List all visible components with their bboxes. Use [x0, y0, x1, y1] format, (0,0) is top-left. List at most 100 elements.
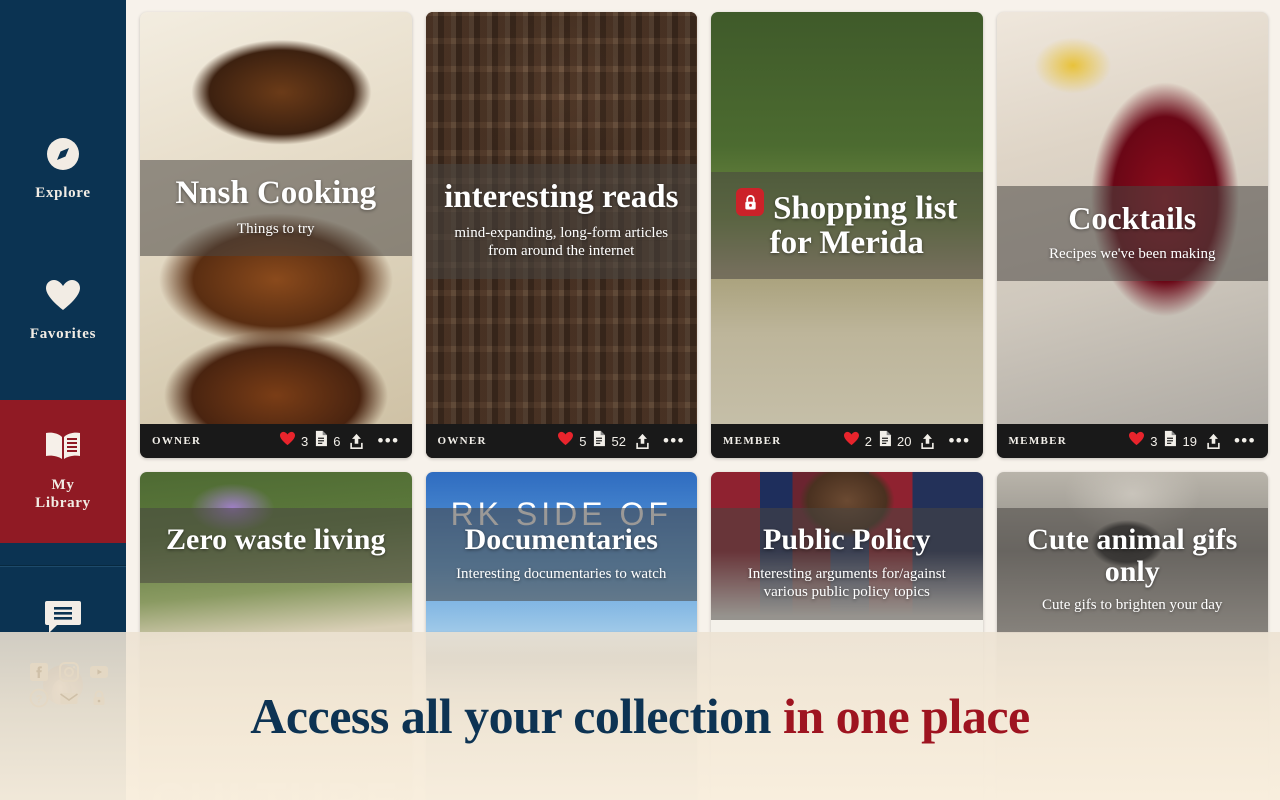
documents-metric[interactable]: 6	[314, 430, 340, 452]
image-caption-text: CULTURE	[151, 772, 400, 800]
card-title: interesting reads	[444, 179, 679, 215]
documents-metric[interactable]: 19	[1163, 430, 1197, 452]
likes-metric[interactable]: 5	[557, 431, 586, 451]
card-title: Cute animal gifs only	[1027, 523, 1238, 588]
open-book-icon	[43, 426, 83, 466]
card-subtitle: Things to try	[237, 220, 315, 237]
svg-text:?: ?	[36, 694, 43, 706]
collection-card[interactable]: Cute animal gifs only Cute gifs to brigh…	[996, 472, 1268, 800]
card-metrics: 2 20 •••	[843, 430, 971, 452]
mail-icon[interactable]	[56, 688, 82, 708]
card-subtitle: Interesting arguments for/against variou…	[747, 565, 946, 601]
document-icon	[1163, 430, 1177, 452]
card-role-badge: OWNER	[437, 435, 487, 447]
likes-count: 5	[579, 433, 587, 449]
card-title: Public Policy	[763, 523, 931, 556]
sidebar-nav: Explore Favorites My Library	[0, 0, 126, 705]
card-subtitle: Cute gifs to brighten your day	[1042, 597, 1223, 613]
heart-icon	[279, 431, 296, 451]
collection-card[interactable]: Zero waste living CULTURE	[140, 472, 412, 800]
card-title-text: Shopping list for Merida	[769, 190, 958, 262]
collection-grid-row-2: Zero waste living CULTURE RK SIDE OF Doc…	[140, 472, 1268, 800]
card-subtitle: mind-expanding, long-form articles from …	[454, 224, 669, 260]
chat-bubble-icon[interactable]	[43, 597, 83, 637]
sidebar-item-favorites[interactable]: Favorites	[0, 259, 126, 364]
lock-icon[interactable]	[86, 688, 112, 708]
card-title-banner: interesting reads mind-expanding, long-f…	[425, 164, 697, 280]
share-icon[interactable]	[346, 433, 367, 450]
collection-card[interactable]: Cocktails Recipes we've been making MEMB…	[996, 12, 1268, 458]
sidebar-item-label-explore: Explore	[35, 185, 91, 201]
card-subtitle: Recipes we've been making	[1049, 245, 1216, 262]
card-role-badge: MEMBER	[723, 435, 782, 447]
compass-icon	[46, 134, 80, 174]
card-title: Shopping list for Merida	[725, 188, 969, 261]
more-options-icon[interactable]: •••	[659, 432, 685, 449]
sidebar-item-label-my-library-line2: Library	[35, 495, 91, 512]
documents-count: 19	[1182, 433, 1197, 449]
likes-metric[interactable]: 2	[843, 431, 872, 451]
youtube-icon[interactable]	[86, 662, 112, 682]
share-icon[interactable]	[1203, 433, 1224, 450]
sidebar-item-explore[interactable]: Explore	[0, 118, 126, 223]
card-footer: MEMBER 3 19 •••	[996, 424, 1268, 458]
heart-icon	[1128, 431, 1145, 451]
card-metrics: 3 6 •••	[279, 430, 400, 452]
documents-count: 20	[896, 433, 912, 449]
share-icon[interactable]	[632, 433, 653, 450]
card-title: Documentaries	[464, 523, 658, 556]
more-options-icon[interactable]: •••	[1230, 432, 1256, 449]
collection-card[interactable]: Nnsh Cooking Things to try OWNER 3 6 •••	[140, 12, 412, 458]
likes-count: 3	[300, 433, 309, 449]
document-icon	[878, 430, 892, 452]
card-image-overlay-caption: CULTURE	[140, 472, 412, 800]
social-links: ?	[26, 662, 112, 708]
document-icon	[592, 430, 606, 452]
documents-metric[interactable]: 20	[878, 430, 911, 452]
collections-grid-area: Nnsh Cooking Things to try OWNER 3 6 •••…	[126, 0, 1280, 800]
card-title-banner: Cocktails Recipes we've been making	[996, 186, 1268, 282]
heart-icon	[44, 275, 82, 315]
app-root: Explore Favorites My Library Nnsh Cookin…	[0, 0, 1280, 800]
card-title-banner: Cute animal gifs only Cute gifs to brigh…	[996, 508, 1268, 633]
lock-icon	[736, 188, 765, 216]
more-options-icon[interactable]: •••	[944, 432, 970, 449]
sidebar-item-label-favorites: Favorites	[29, 325, 97, 342]
nav-spacer-2	[0, 364, 126, 400]
collection-card[interactable]: Public Policy Interesting arguments for/…	[711, 472, 983, 800]
share-icon[interactable]	[917, 433, 938, 450]
card-title-banner: Public Policy Interesting arguments for/…	[711, 508, 983, 620]
collection-card[interactable]: Shopping list for Merida MEMBER 2 20 •••	[711, 12, 983, 458]
card-footer: OWNER 5 52 •••	[425, 424, 697, 458]
collection-grid-row-1: Nnsh Cooking Things to try OWNER 3 6 •••…	[140, 12, 1268, 458]
card-title: Nnsh Cooking	[175, 175, 377, 211]
card-title-banner: Shopping list for Merida	[711, 172, 983, 279]
document-icon	[314, 430, 328, 452]
card-title-banner: Documentaries Interesting documentaries …	[425, 508, 697, 602]
sidebar-item-my-library[interactable]: My Library	[0, 399, 126, 543]
collection-card[interactable]: interesting reads mind-expanding, long-f…	[425, 12, 697, 458]
card-metrics: 3 19 •••	[1128, 430, 1256, 452]
likes-metric[interactable]: 3	[1128, 431, 1157, 451]
collection-card[interactable]: RK SIDE OF Documentaries Interesting doc…	[425, 472, 697, 800]
more-options-icon[interactable]: •••	[373, 432, 399, 449]
likes-count: 2	[864, 433, 872, 449]
card-title: Cocktails	[1068, 200, 1197, 236]
card-metrics: 5 52 •••	[557, 430, 685, 452]
card-title-banner: Nnsh Cooking Things to try	[140, 160, 412, 257]
heart-icon	[843, 431, 860, 451]
heart-icon	[557, 431, 574, 451]
documents-metric[interactable]: 52	[592, 430, 626, 452]
card-footer: OWNER 3 6 •••	[140, 424, 412, 458]
documents-count: 6	[333, 433, 341, 449]
help-icon[interactable]: ?	[26, 688, 52, 708]
facebook-icon[interactable]	[26, 662, 52, 682]
sidebar-item-label-my-library-line1: My	[51, 476, 75, 493]
card-footer: MEMBER 2 20 •••	[711, 424, 983, 458]
card-subtitle: Interesting documentaries to watch	[456, 565, 667, 582]
likes-metric[interactable]: 3	[279, 431, 308, 451]
documents-count: 52	[611, 433, 626, 449]
likes-count: 3	[1150, 433, 1158, 449]
instagram-icon[interactable]	[56, 662, 82, 682]
